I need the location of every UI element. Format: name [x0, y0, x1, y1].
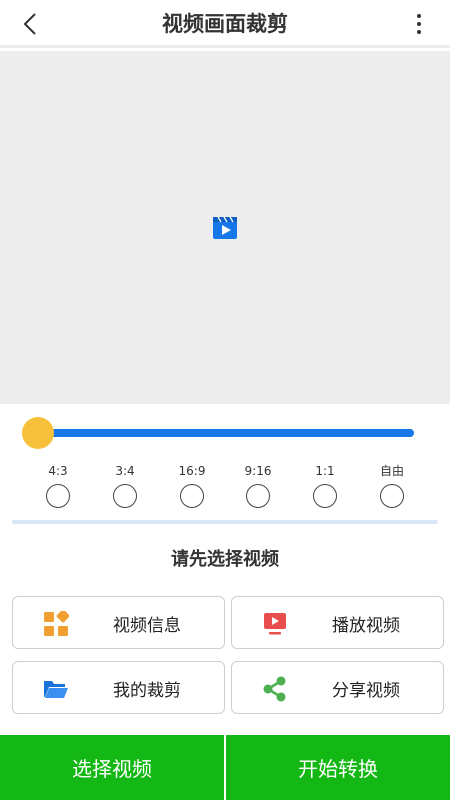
play-video-label: 播放视频 [332, 616, 400, 636]
video-info-label: 视频信息 [113, 616, 181, 636]
ratio-option-4-3[interactable]: 4:3 [28, 462, 88, 508]
ratio-radio[interactable] [380, 484, 404, 508]
ratio-label: 自由 [379, 464, 404, 478]
video-play-icon [213, 216, 237, 239]
ratio-option-16-9[interactable]: 16:9 [162, 462, 222, 508]
more-vert-icon [417, 14, 421, 18]
ratio-label: 4:3 [48, 464, 68, 478]
play-video-button[interactable]: 播放视频 [231, 596, 444, 649]
select-video-button[interactable]: 选择视频 [0, 735, 224, 800]
folder-open-icon [44, 681, 68, 698]
ratio-radio[interactable] [113, 484, 137, 508]
my-crops-button[interactable]: 我的裁剪 [12, 661, 225, 714]
ratio-option-free[interactable]: 自由 [362, 462, 422, 508]
my-crops-label: 我的裁剪 [113, 681, 181, 701]
video-info-button[interactable]: 视频信息 [12, 596, 225, 649]
share-icon [263, 676, 286, 702]
ratio-radio[interactable] [313, 484, 337, 508]
aspect-ratio-options: 4:3 3:4 16:9 9:16 1:1 自由 [25, 462, 425, 512]
ratio-option-3-4[interactable]: 3:4 [95, 462, 155, 508]
slider-thumb[interactable] [22, 417, 54, 449]
crop-slider[interactable] [22, 416, 414, 450]
ratio-label: 3:4 [115, 464, 135, 478]
ratio-radio[interactable] [246, 484, 270, 508]
ratio-option-9-16[interactable]: 9:16 [228, 462, 288, 508]
bottom-action-bar: 选择视频 开始转换 [0, 735, 450, 800]
ratio-label: 9:16 [244, 464, 272, 478]
more-vert-icon [417, 22, 421, 26]
share-video-label: 分享视频 [332, 681, 400, 701]
ratio-radio[interactable] [46, 484, 70, 508]
section-divider [12, 520, 438, 524]
slider-track[interactable] [36, 429, 414, 437]
grid-apps-icon [44, 611, 69, 636]
ratio-label: 16:9 [178, 464, 206, 478]
start-convert-button[interactable]: 开始转换 [226, 735, 450, 800]
more-options-button[interactable] [412, 10, 426, 38]
page-title: 视频画面裁剪 [162, 12, 288, 36]
ratio-radio[interactable] [180, 484, 204, 508]
bottom-divider [224, 735, 226, 800]
tv-play-icon [264, 613, 286, 635]
status-message: 请先选择视频 [171, 549, 279, 570]
ratio-label: 1:1 [315, 464, 335, 478]
share-video-button[interactable]: 分享视频 [231, 661, 444, 714]
top-bar: 视频画面裁剪 [0, 0, 450, 48]
more-vert-icon [417, 30, 421, 34]
ratio-option-1-1[interactable]: 1:1 [295, 462, 355, 508]
